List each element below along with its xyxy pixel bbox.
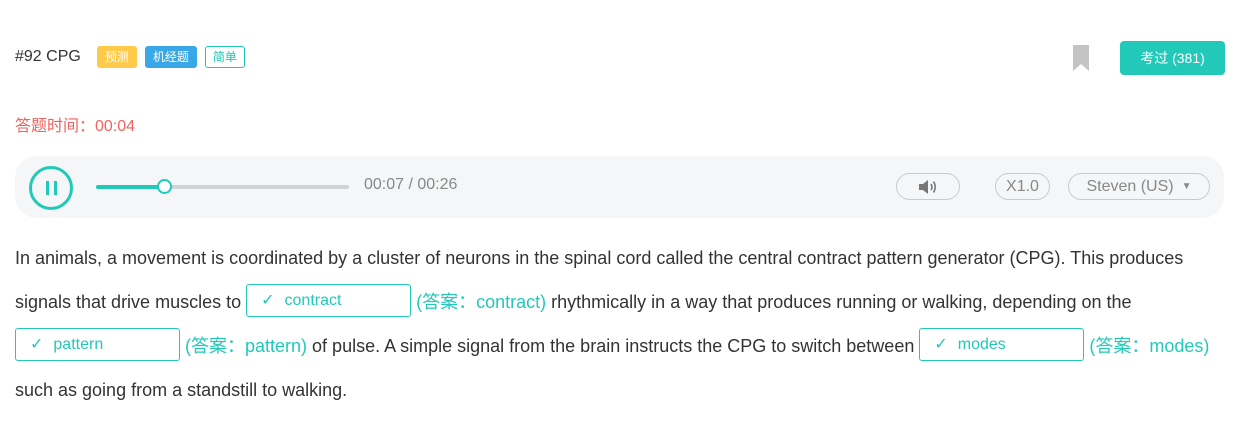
volume-icon [919,179,937,194]
answer-blank-3[interactable]: ✓ modes [919,327,1085,361]
speed-button[interactable]: X1.0 [995,173,1050,200]
tag-predict: 预测 [96,46,137,68]
caret-down-icon: ▼ [1181,181,1192,192]
bookmark-icon[interactable] [1073,45,1089,71]
voice-select[interactable]: Steven (US) ▼ [1068,173,1210,200]
check-icon: ✓ [934,335,948,353]
passage-text: In animals, a movement is coordinated by… [15,236,1230,412]
question-title: #92 CPG [15,48,81,65]
progress-fill [96,185,165,189]
tag-difficulty-easy: 简单 [204,46,245,68]
check-icon: ✓ [261,291,275,309]
passage-segment: rhythmically in a way that produces runn… [546,292,1132,312]
answer-blank-1[interactable]: ✓ contract [246,283,412,317]
correct-answer-2: (答案：pattern) [185,336,308,356]
passage-segment: such as going from a standstill to walki… [15,380,348,400]
check-icon: ✓ [30,335,44,353]
exam-count-button[interactable]: 考过 (381) [1120,41,1225,75]
blank-value: modes [957,335,1006,353]
timer-value: 00:04 [95,118,136,135]
timer-label: 答题时间： [15,118,96,135]
pause-icon [46,181,49,195]
correct-answer-1: (答案：contract) [416,292,547,312]
audio-player: 00:07 / 00:26 X1.0 Steven (US) ▼ [15,156,1224,218]
playback-time: 00:07 / 00:26 [364,176,458,193]
tag-machine-question: 机经题 [144,46,197,68]
volume-button[interactable] [896,173,960,200]
voice-label: Steven (US) [1086,177,1174,195]
correct-answer-3: (答案：modes) [1089,336,1210,356]
pause-button[interactable] [29,166,73,210]
question-header: #92 CPG 预测 机经题 简单 [15,45,253,69]
blank-value: contract [284,291,342,309]
answer-timer: 答题时间：00:04 [15,112,135,136]
answer-blank-2[interactable]: ✓ pattern [15,327,180,361]
passage-segment: of pulse. A simple signal from the brain… [307,336,920,356]
progress-slider[interactable] [96,179,349,194]
blank-value: pattern [53,335,104,353]
progress-knob[interactable] [157,179,173,194]
